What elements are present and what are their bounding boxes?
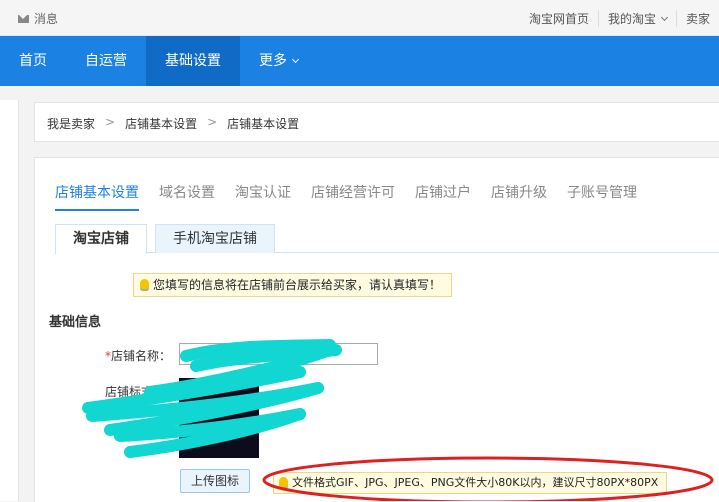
breadcrumb-item-seller[interactable]: 我是卖家: [47, 115, 95, 132]
messages-link[interactable]: 消息: [18, 10, 58, 27]
shop-logo-label: 店铺标志：: [105, 385, 166, 399]
breadcrumb-separator: >: [207, 115, 218, 129]
breadcrumb-separator: >: [105, 115, 116, 129]
nav-more-label: 更多: [259, 53, 287, 69]
nav-item-self-operation[interactable]: 自运营: [66, 36, 146, 86]
upload-hint-text: 文件格式GIF、JPG、JPEG、PNG文件大小80K以内，建议尺寸80PX*8…: [292, 476, 659, 489]
notice-text: 您填写的信息将在店铺前台展示给买家，请认真填写！: [153, 278, 442, 292]
section-title: 基础信息: [49, 315, 102, 330]
nav-item-home[interactable]: 首页: [0, 36, 66, 86]
settings-tabs: 店铺基本设置 域名设置 淘宝认证 店铺经营许可 店铺过户 店铺升级 子账号管理: [55, 182, 637, 211]
lightbulb-icon: [279, 477, 288, 489]
tab-subaccount-management[interactable]: 子账号管理: [567, 182, 637, 211]
chevron-down-icon: [660, 13, 669, 22]
breadcrumb-item-current: 店铺基本设置: [227, 117, 300, 131]
upload-hint: 文件格式GIF、JPG、JPEG、PNG文件大小80K以内，建议尺寸80PX*8…: [273, 472, 668, 494]
main-nav: 首页 自运营 基础设置 更多: [0, 36, 719, 86]
subtab-mobile-taobao-shop[interactable]: 手机淘宝店铺: [155, 224, 275, 253]
notice-tip: 您填写的信息将在店铺前台展示给买家，请认真填写！: [133, 273, 453, 297]
tab-shop-basic-settings[interactable]: 店铺基本设置: [55, 182, 139, 211]
left-sidebar: [0, 100, 19, 501]
shop-name-label: *店铺名称：: [105, 347, 171, 364]
tab-business-license[interactable]: 店铺经营许可: [311, 182, 395, 211]
lightbulb-icon: [140, 279, 149, 291]
nav-item-basic-settings[interactable]: 基础设置: [146, 36, 240, 86]
subtab-taobao-shop[interactable]: 淘宝店铺: [55, 224, 147, 254]
upload-logo-button[interactable]: 上传图标: [180, 469, 251, 493]
shop-name-input[interactable]: [179, 343, 378, 365]
settings-panel: 店铺基本设置 域名设置 淘宝认证 店铺经营许可 店铺过户 店铺升级 子账号管理 …: [34, 157, 719, 502]
top-links: 淘宝网首页 我的淘宝 卖家: [520, 10, 719, 27]
messages-label: 消息: [34, 12, 59, 26]
breadcrumb-item-shop-settings[interactable]: 店铺基本设置: [125, 115, 197, 132]
shop-name-label-text: 店铺名称：: [111, 349, 172, 363]
seller-link[interactable]: 卖家: [675, 10, 719, 27]
shop-type-tabs: 淘宝店铺 手机淘宝店铺: [55, 224, 719, 254]
my-taobao-link[interactable]: 我的淘宝: [597, 10, 676, 27]
chevron-down-icon: [291, 55, 300, 64]
tab-taobao-certification[interactable]: 淘宝认证: [235, 182, 291, 211]
shop-logo-image: [179, 378, 259, 458]
breadcrumb: 我是卖家 > 店铺基本设置 > 店铺基本设置: [34, 102, 719, 142]
tab-shop-transfer[interactable]: 店铺过户: [415, 182, 471, 211]
tab-domain-settings[interactable]: 域名设置: [159, 182, 215, 211]
top-bar: 消息 淘宝网首页 我的淘宝 卖家: [0, 0, 719, 36]
my-taobao-label: 我的淘宝: [607, 12, 656, 26]
tab-shop-upgrade[interactable]: 店铺升级: [491, 182, 547, 211]
nav-item-more[interactable]: 更多: [240, 36, 317, 86]
taobao-home-link[interactable]: 淘宝网首页: [520, 10, 598, 27]
envelope-icon: [18, 14, 29, 23]
